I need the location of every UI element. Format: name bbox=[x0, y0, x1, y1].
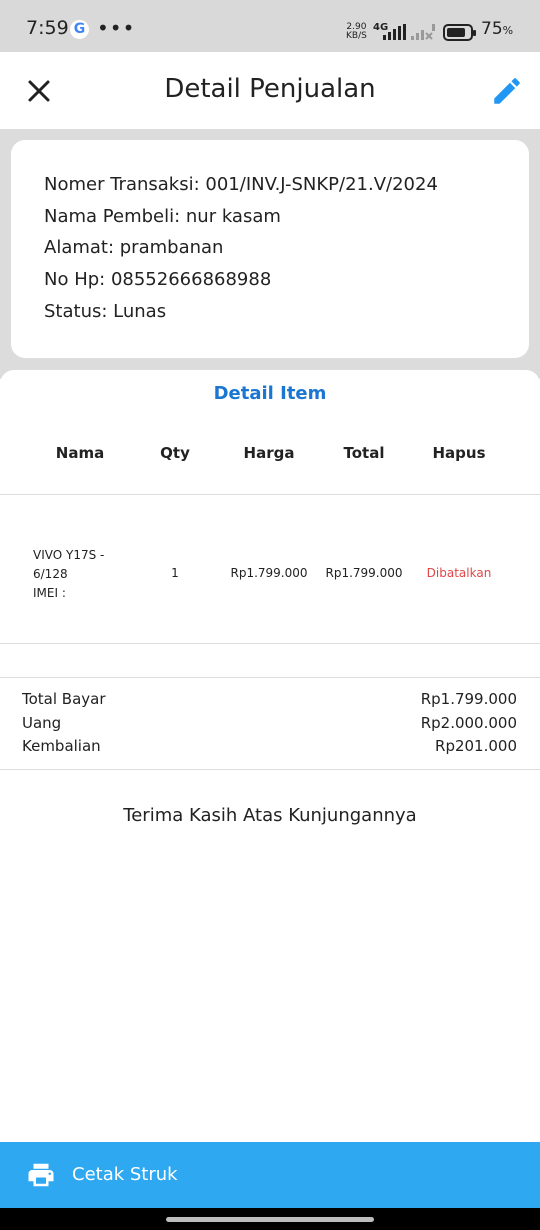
column-header-price: Harga bbox=[243, 444, 295, 462]
page-title: Detail Penjualan bbox=[164, 74, 376, 104]
item-price: Rp1.799.000 bbox=[230, 566, 308, 580]
buyer-name: Nama Pembeli: nur kasam bbox=[44, 206, 281, 227]
pencil-icon[interactable] bbox=[490, 74, 524, 108]
total-pay-label: Total Bayar bbox=[22, 690, 106, 708]
detail-item-title: Detail Item bbox=[213, 383, 327, 404]
column-header-name: Nama bbox=[55, 444, 105, 462]
network-speed-unit: KB/S bbox=[346, 31, 367, 41]
transaction-number: Nomer Transaksi: 001/INV.J-SNKP/21.V/202… bbox=[44, 174, 438, 195]
change-label: Kembalian bbox=[22, 737, 101, 755]
item-name-line: 6/128 bbox=[33, 567, 68, 581]
more-notifications-icon: ••• bbox=[97, 16, 136, 40]
summary-bottom-divider bbox=[0, 769, 540, 770]
signal-no-service-icon bbox=[411, 24, 435, 40]
cash-value: Rp2.000.000 bbox=[420, 714, 517, 732]
print-receipt-label: Cetak Struk bbox=[72, 1164, 178, 1185]
detail-sheet bbox=[0, 370, 540, 1230]
item-total: Rp1.799.000 bbox=[325, 566, 403, 580]
system-nav-bar bbox=[0, 1208, 540, 1230]
cash-label: Uang bbox=[22, 714, 62, 732]
column-header-qty: Qty bbox=[160, 444, 190, 462]
battery-percent: 75% bbox=[481, 19, 513, 39]
battery-unit: % bbox=[502, 24, 514, 37]
network-speed: 2.90 KB/S bbox=[346, 23, 367, 41]
printer-icon bbox=[28, 1163, 54, 1187]
table-header-divider bbox=[0, 494, 540, 495]
item-qty: 1 bbox=[171, 566, 179, 580]
transaction-info-card: Nomer Transaksi: 001/INV.J-SNKP/21.V/202… bbox=[11, 140, 529, 358]
column-header-delete: Hapus bbox=[432, 444, 486, 462]
cancel-item-link[interactable]: Dibatalkan bbox=[414, 566, 504, 580]
summary-top-divider bbox=[0, 677, 540, 678]
battery-value: 75 bbox=[481, 19, 503, 39]
print-receipt-button[interactable]: Cetak Struk bbox=[0, 1142, 540, 1208]
item-name-line: VIVO Y17S - bbox=[33, 548, 105, 562]
item-imei: IMEI : bbox=[33, 586, 66, 600]
change-value: Rp201.000 bbox=[435, 737, 517, 755]
google-icon: G bbox=[70, 20, 89, 39]
battery-icon bbox=[443, 24, 476, 41]
item-name: VIVO Y17S - 6/128 IMEI : bbox=[33, 546, 133, 603]
table-row-divider bbox=[0, 643, 540, 644]
app-bar: Detail Penjualan bbox=[0, 52, 540, 129]
total-pay-value: Rp1.799.000 bbox=[420, 690, 517, 708]
buyer-phone: No Hp: 08552666868988 bbox=[44, 269, 272, 290]
home-gesture-bar[interactable] bbox=[166, 1217, 374, 1222]
column-header-total: Total bbox=[343, 444, 385, 462]
status-bar: 7:59 G ••• 2.90 KB/S 4G 75% bbox=[0, 0, 540, 52]
thank-you-message: Terima Kasih Atas Kunjungannya bbox=[123, 805, 417, 826]
status-time: 7:59 bbox=[26, 17, 69, 39]
buyer-address: Alamat: prambanan bbox=[44, 237, 224, 258]
payment-status: Status: Lunas bbox=[44, 301, 167, 322]
signal-icon bbox=[383, 24, 406, 40]
